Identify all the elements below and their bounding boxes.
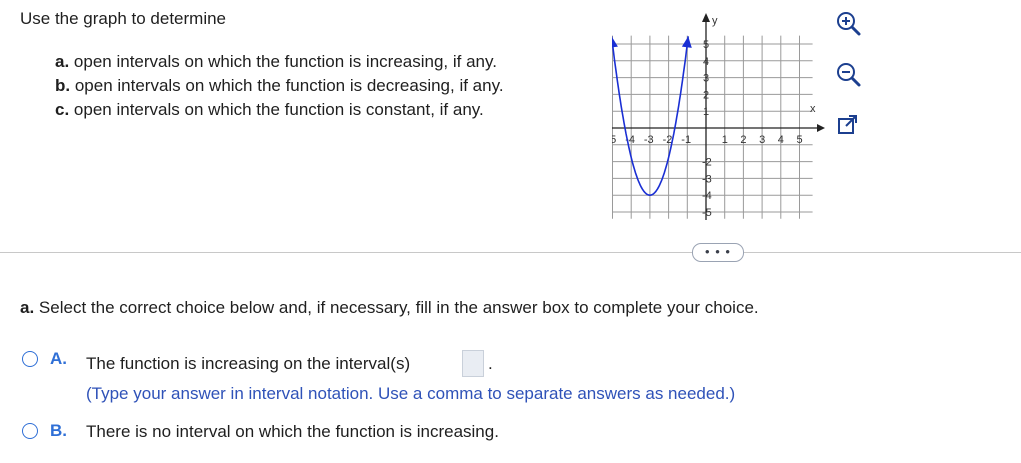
popout-button[interactable] — [836, 113, 864, 141]
function-graph: x y -5-4-3-2-112345 54321-2-3-4-5 — [612, 13, 825, 220]
choice-a-radio[interactable] — [22, 351, 38, 367]
x-axis-arrow — [817, 124, 825, 132]
x-tick-label: 2 — [740, 134, 746, 146]
choice-b-radio[interactable] — [22, 423, 38, 439]
section-divider — [0, 252, 1021, 253]
choice-a-letter: A. — [50, 349, 67, 368]
y-axis-arrow — [702, 13, 710, 22]
answer-input[interactable] — [462, 350, 484, 377]
zoom-out-button[interactable] — [834, 60, 862, 88]
y-tick-label: -5 — [702, 207, 712, 219]
y-tick-label: 5 — [703, 39, 709, 51]
question-item-c: c. open intervals on which the function … — [55, 100, 484, 119]
question-intro: Use the graph to determine — [20, 9, 227, 28]
zoom-in-icon — [837, 12, 861, 36]
question-item-a: a. open intervals on which the function … — [55, 52, 497, 71]
zoom-in-button[interactable] — [834, 9, 862, 37]
y-tick-label: -2 — [702, 157, 712, 169]
choice-b-text: There is no interval on which the functi… — [86, 422, 499, 441]
zoom-out-icon — [837, 63, 861, 87]
x-tick-label: -5 — [612, 134, 616, 146]
y-tick-label: 4 — [703, 56, 709, 68]
y-tick-label: 1 — [703, 106, 709, 118]
x-tick-label: -1 — [681, 134, 691, 146]
x-tick-label: 3 — [759, 134, 765, 146]
external-link-icon — [838, 115, 857, 134]
part-a-prompt: a. Select the correct choice below and, … — [20, 298, 759, 317]
question-item-b: b. open intervals on which the function … — [55, 76, 504, 95]
y-axis-label: y — [712, 15, 718, 27]
y-tick-label: -4 — [702, 190, 712, 202]
x-tick-label: 1 — [722, 134, 728, 146]
choice-a-period: . — [488, 354, 493, 373]
y-tick-label: 2 — [703, 89, 709, 101]
x-tick-label: 5 — [797, 134, 803, 146]
x-tick-label: 4 — [778, 134, 784, 146]
x-axis-label: x — [810, 103, 816, 115]
y-tick-label: -3 — [702, 173, 712, 185]
y-tick-labels: 5 4 3 2 1 -2 -3 -4 -5 — [702, 39, 712, 219]
x-tick-label: -3 — [644, 134, 654, 146]
choice-b-letter: B. — [50, 421, 67, 440]
choice-a-hint: (Type your answer in interval notation. … — [86, 384, 736, 403]
graph-grid — [612, 35, 813, 219]
y-tick-label: 3 — [703, 73, 709, 85]
expand-more-button[interactable]: • • • — [692, 243, 744, 262]
x-tick-labels: -5-4-3-2-112345 — [612, 134, 803, 146]
choice-a-text: The function is increasing on the interv… — [86, 354, 411, 373]
